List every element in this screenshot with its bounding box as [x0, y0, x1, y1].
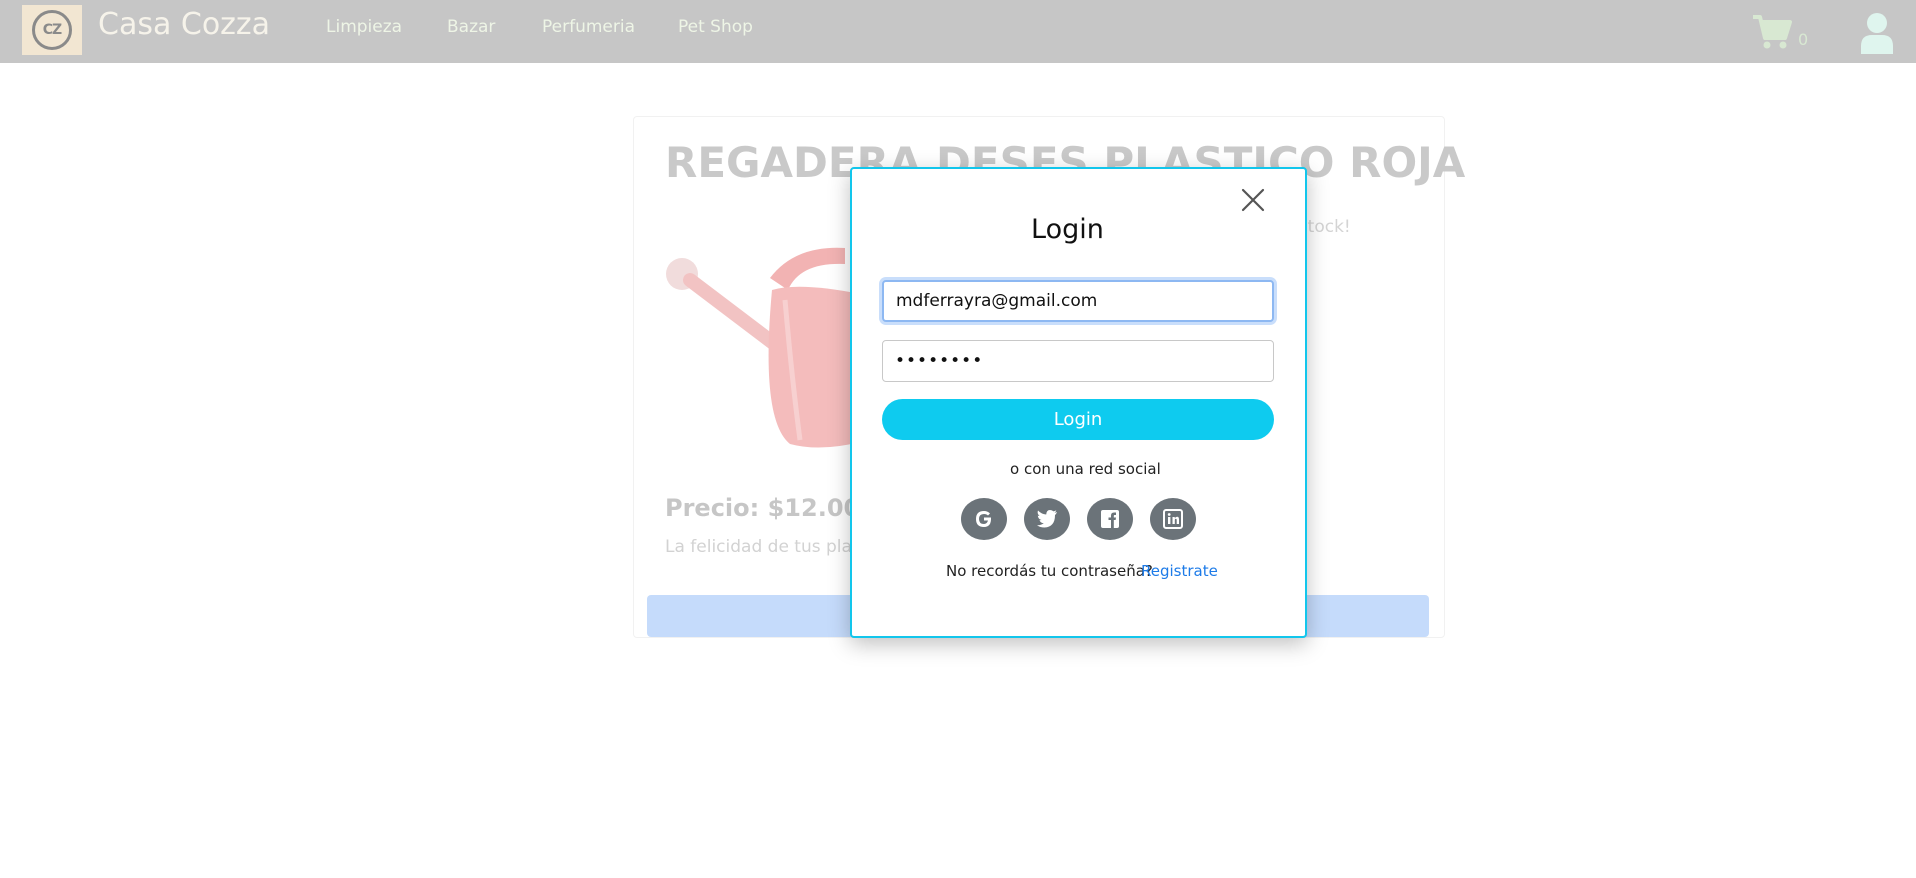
linkedin-login-button[interactable]	[1150, 498, 1196, 540]
cart-icon[interactable]	[1752, 14, 1792, 50]
logo-mark: CZ	[32, 10, 72, 50]
nav-link-limpieza[interactable]: Limpieza	[326, 17, 402, 37]
logo[interactable]: CZ	[22, 5, 82, 55]
google-login-button[interactable]	[961, 498, 1007, 540]
social-login-text: o con una red social	[1010, 460, 1161, 478]
login-button[interactable]: Login	[882, 399, 1274, 440]
twitter-icon	[1037, 510, 1057, 528]
product-price: Precio: $12.00	[665, 494, 861, 522]
navbar: CZ Casa Cozza Limpieza Bazar Perfumeria …	[0, 0, 1916, 63]
forgot-password-text: No recordás tu contraseña?	[946, 562, 1153, 580]
nav-link-pet-shop[interactable]: Pet Shop	[678, 17, 753, 37]
google-icon	[976, 511, 992, 527]
twitter-login-button[interactable]	[1024, 498, 1070, 540]
email-field[interactable]	[882, 280, 1274, 322]
brand-name[interactable]: Casa Cozza	[98, 7, 270, 42]
modal-title: Login	[1031, 214, 1104, 245]
cart-count: 0	[1798, 30, 1809, 49]
facebook-icon	[1101, 510, 1119, 528]
product-description: La felicidad de tus plant	[665, 537, 870, 557]
nav-link-bazar[interactable]: Bazar	[447, 17, 495, 37]
password-field[interactable]	[882, 340, 1274, 382]
close-icon[interactable]	[1240, 187, 1266, 213]
linkedin-icon	[1163, 509, 1183, 529]
facebook-login-button[interactable]	[1087, 498, 1133, 540]
user-icon[interactable]	[1860, 12, 1894, 54]
register-link[interactable]: Registrate	[1141, 562, 1218, 580]
nav-link-perfumeria[interactable]: Perfumeria	[542, 17, 635, 37]
